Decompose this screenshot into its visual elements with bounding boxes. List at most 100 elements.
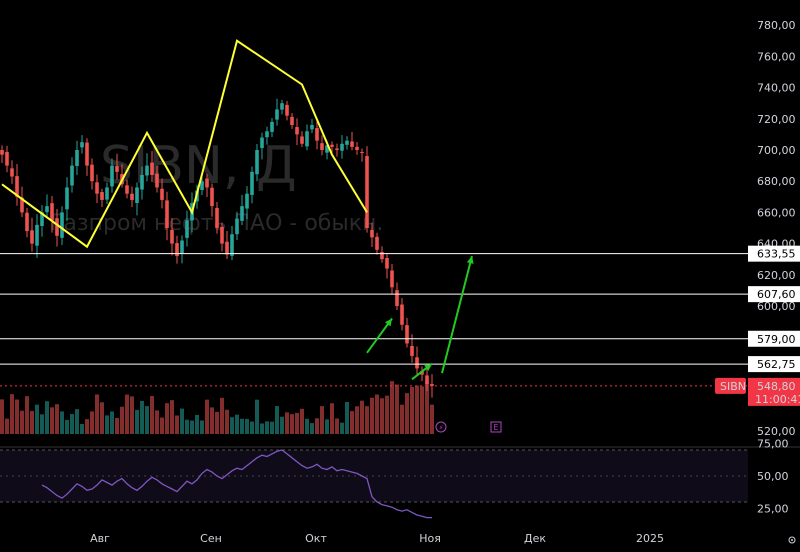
candle[interactable] — [335, 148, 339, 150]
candle[interactable] — [210, 187, 214, 207]
volume-bar — [355, 406, 359, 434]
candle[interactable] — [425, 375, 429, 384]
candle[interactable] — [315, 128, 319, 141]
candle[interactable] — [35, 224, 39, 246]
candle[interactable] — [240, 206, 244, 221]
candle[interactable] — [300, 136, 304, 144]
candle[interactable] — [375, 236, 379, 250]
candle[interactable] — [65, 187, 69, 210]
candle[interactable] — [265, 131, 269, 138]
candle[interactable] — [305, 131, 309, 147]
candle[interactable] — [355, 146, 359, 150]
candle[interactable] — [100, 192, 104, 200]
candle[interactable] — [370, 229, 374, 238]
volume-bar — [325, 419, 329, 434]
level-tag-label: 633,55 — [757, 248, 796, 261]
candle[interactable] — [235, 218, 239, 235]
candle[interactable] — [390, 270, 394, 288]
volume-bar — [315, 418, 319, 434]
candle[interactable] — [285, 104, 289, 116]
candle[interactable] — [140, 174, 144, 190]
candle[interactable] — [160, 188, 164, 200]
candle[interactable] — [215, 207, 219, 228]
candle[interactable] — [0, 150, 4, 155]
candle[interactable] — [85, 142, 89, 166]
volume-bar — [375, 394, 379, 434]
candle[interactable] — [405, 325, 409, 344]
candle[interactable] — [340, 143, 344, 151]
candle[interactable] — [125, 185, 129, 194]
candle[interactable] — [180, 240, 184, 254]
candle[interactable] — [260, 137, 264, 149]
candle[interactable] — [30, 230, 34, 244]
candle[interactable] — [55, 218, 59, 236]
candle[interactable] — [250, 171, 254, 195]
candle[interactable] — [155, 173, 159, 188]
volume-bar — [370, 397, 374, 434]
candle[interactable] — [80, 142, 84, 148]
volume-bar — [110, 411, 114, 434]
candle[interactable] — [395, 290, 399, 306]
candle[interactable] — [310, 125, 314, 130]
candle[interactable] — [50, 203, 54, 221]
level-tag-label: 562,75 — [757, 358, 796, 371]
volume-bar — [5, 418, 9, 434]
candle[interactable] — [70, 165, 74, 186]
candle[interactable] — [90, 164, 94, 182]
candle[interactable] — [60, 212, 64, 238]
volume-bar — [335, 418, 339, 434]
candle[interactable] — [380, 251, 384, 260]
volume-bar — [365, 406, 369, 434]
candle[interactable] — [415, 357, 419, 369]
candle[interactable] — [225, 241, 229, 255]
candle[interactable] — [245, 193, 249, 209]
volume-bar — [65, 419, 69, 434]
candle[interactable] — [275, 109, 279, 120]
candle[interactable] — [230, 234, 234, 256]
candle[interactable] — [255, 150, 259, 175]
candle[interactable] — [295, 127, 299, 135]
volume-bar — [420, 386, 424, 434]
candle[interactable] — [220, 226, 224, 244]
candle[interactable] — [110, 165, 114, 187]
last-price-label: 548,80 — [757, 380, 796, 393]
candle[interactable] — [270, 121, 274, 132]
volume-bar — [125, 394, 129, 434]
candle[interactable] — [135, 187, 139, 204]
candle[interactable] — [330, 144, 334, 147]
volume-bar — [270, 421, 274, 434]
candle[interactable] — [10, 168, 14, 177]
candle[interactable] — [280, 103, 284, 110]
candle[interactable] — [385, 257, 389, 269]
volume-bar — [75, 409, 79, 434]
candle[interactable] — [150, 162, 154, 175]
candle[interactable] — [365, 156, 369, 228]
candle[interactable] — [360, 152, 364, 154]
candle[interactable] — [95, 182, 99, 194]
candle[interactable] — [290, 116, 294, 126]
candle[interactable] — [45, 206, 49, 213]
volume-bar — [220, 397, 224, 434]
candle[interactable] — [5, 152, 9, 166]
volume-bar — [415, 385, 419, 434]
volume-bar — [255, 399, 259, 434]
candle[interactable] — [25, 212, 29, 232]
candle[interactable] — [75, 150, 79, 166]
candle[interactable] — [350, 141, 354, 147]
candle[interactable] — [205, 178, 209, 188]
candle[interactable] — [320, 143, 324, 150]
level-tag-label: 607,60 — [757, 288, 796, 301]
volume-bar — [260, 423, 264, 434]
candle[interactable] — [165, 200, 169, 228]
candle[interactable] — [145, 165, 149, 176]
candle[interactable] — [115, 166, 119, 172]
candle[interactable] — [105, 187, 109, 200]
candle[interactable] — [170, 229, 174, 244]
candle[interactable] — [185, 220, 189, 238]
chart[interactable]: SIBN, Д Газпром нефть ПАО - обыкн. ⚡ E 5… — [0, 0, 800, 552]
candle[interactable] — [410, 346, 414, 356]
time-tick-label: Дек — [524, 532, 546, 545]
candle[interactable] — [400, 304, 404, 325]
candle[interactable] — [345, 140, 349, 145]
candle[interactable] — [130, 193, 134, 200]
